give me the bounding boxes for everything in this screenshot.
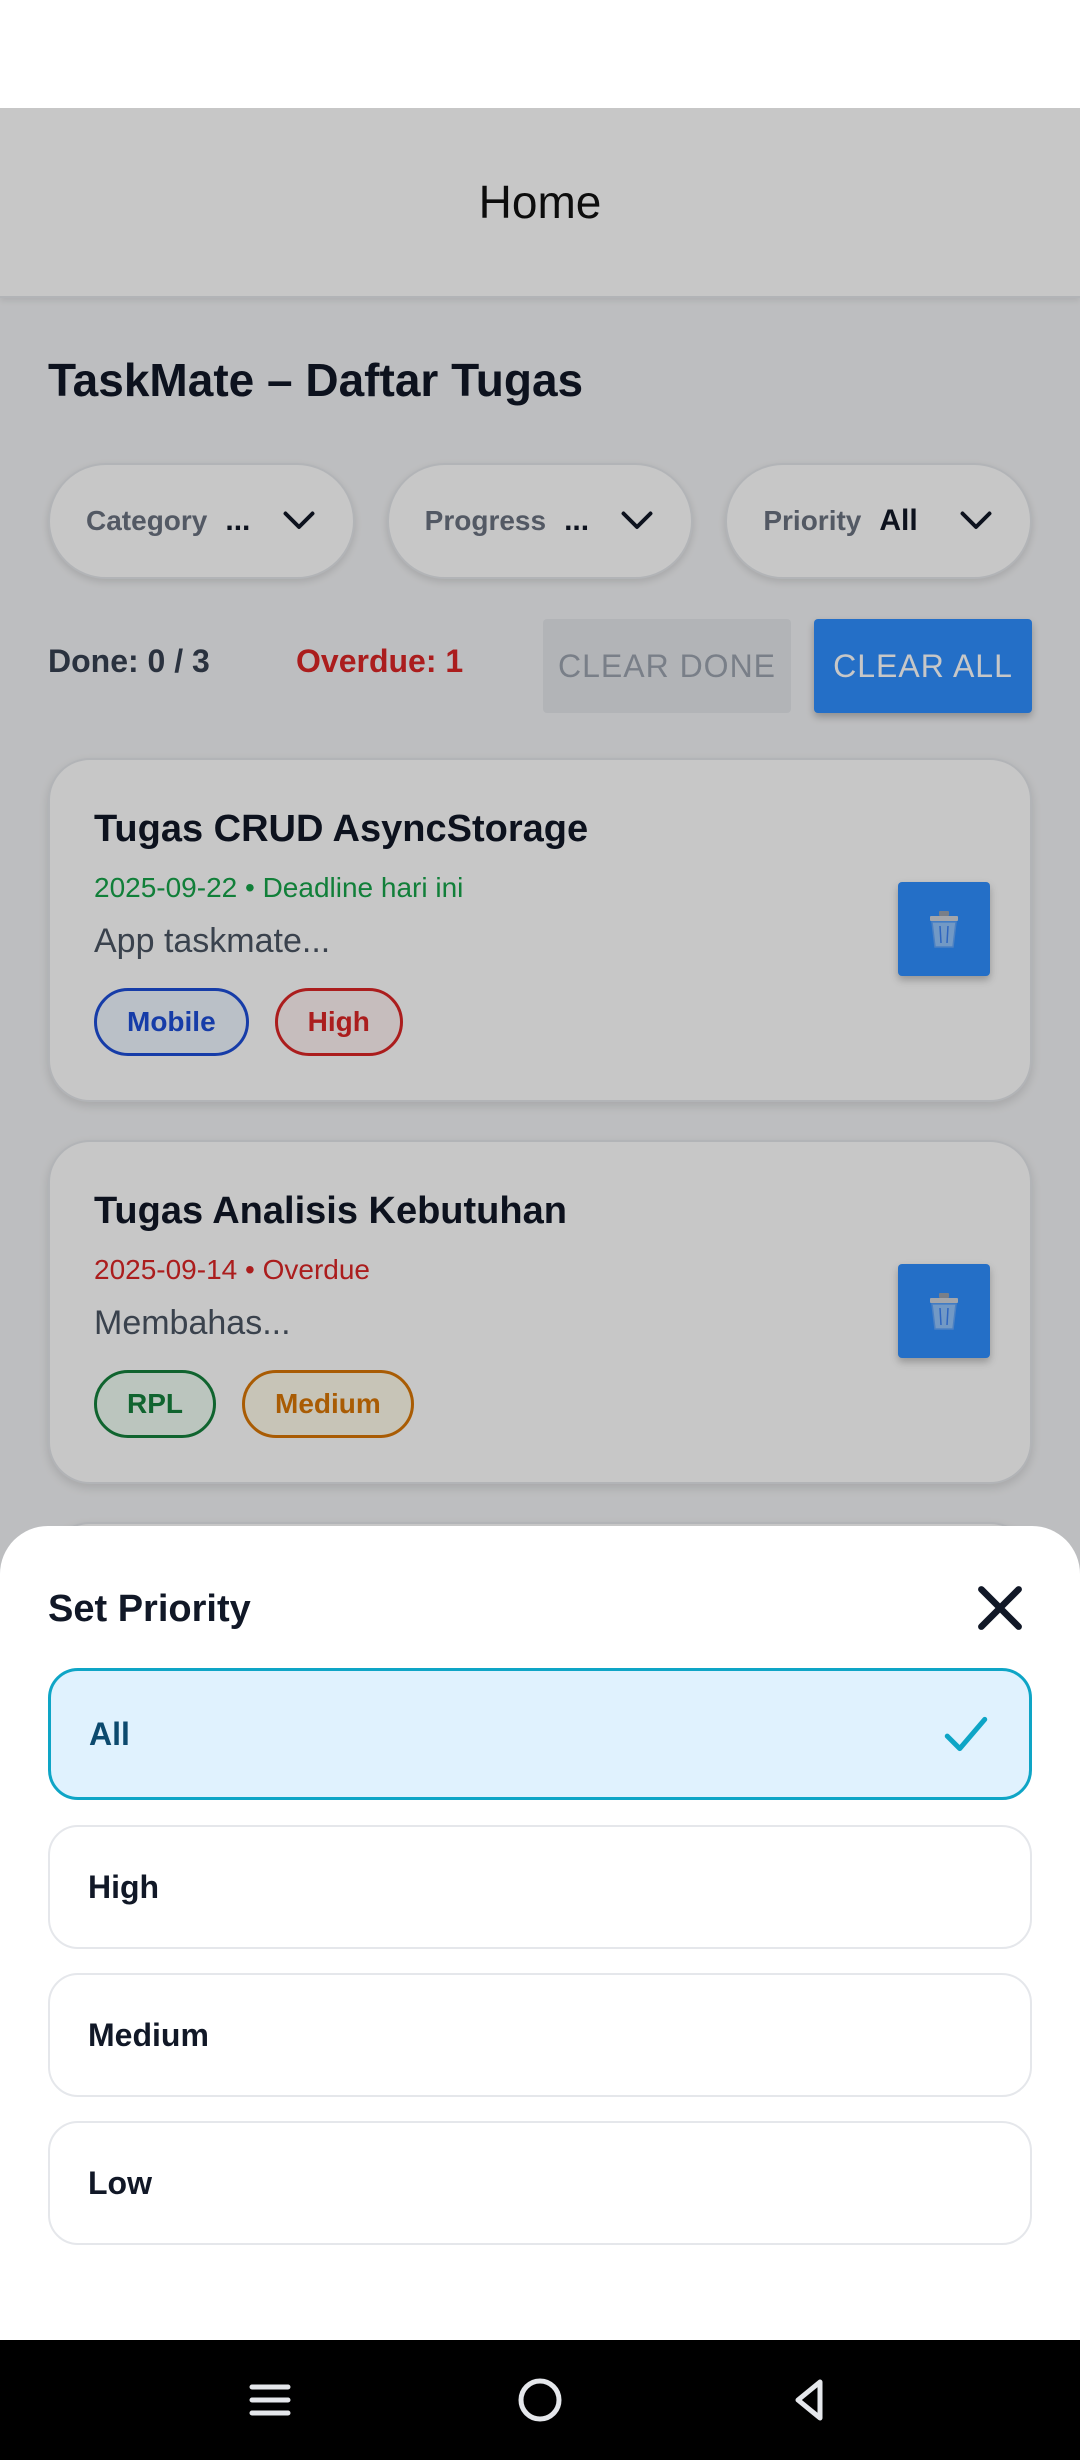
option-label: Medium <box>88 2016 209 2053</box>
status-bar <box>0 0 1080 108</box>
priority-option-medium[interactable]: Medium <box>48 1973 1032 2097</box>
menu-icon[interactable] <box>240 2370 300 2430</box>
home-circle-icon[interactable] <box>510 2370 570 2430</box>
system-nav-bar <box>0 2340 1080 2460</box>
option-label: High <box>88 1868 160 1905</box>
priority-bottom-sheet: Set Priority All High Medium Low <box>0 1526 1080 2340</box>
sheet-title: Set Priority <box>48 1588 251 1630</box>
option-label: Low <box>88 2164 152 2201</box>
priority-option-all[interactable]: All <box>48 1668 1032 1800</box>
close-icon[interactable] <box>972 1580 1028 1636</box>
priority-option-high[interactable]: High <box>48 1825 1032 1949</box>
check-icon <box>944 1716 988 1752</box>
priority-option-low[interactable]: Low <box>48 2121 1032 2245</box>
back-triangle-icon[interactable] <box>780 2370 840 2430</box>
option-label: All <box>89 1715 130 1752</box>
